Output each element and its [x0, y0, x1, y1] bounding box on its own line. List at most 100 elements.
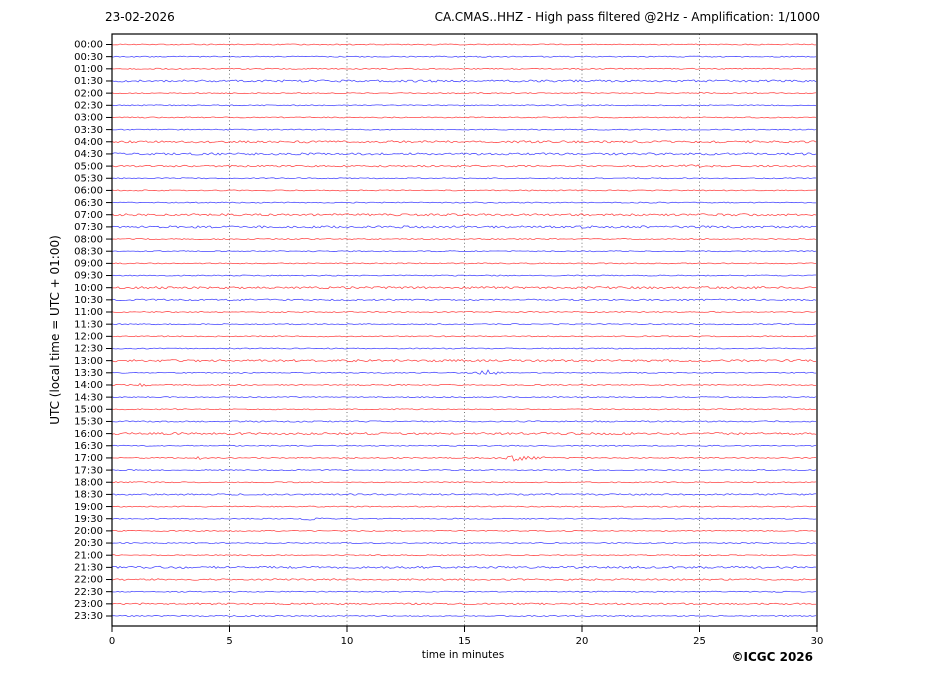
trace-row — [112, 105, 816, 106]
trace-row — [112, 93, 816, 94]
y-tick-label: 20:00 — [74, 526, 103, 537]
helicorder-plot: 00:0000:3001:0001:3002:0002:30 03:0003:30… — [0, 0, 927, 696]
y-tick-label: 15:30 — [74, 417, 103, 428]
y-tick-label: 20:30 — [74, 538, 103, 549]
x-tick-label: 0 — [109, 636, 115, 647]
y-tick-label: 12:00 — [74, 332, 103, 343]
y-tick-label: 18:30 — [74, 490, 103, 501]
y-tick-label: 14:00 — [74, 380, 103, 391]
y-tick-label: 09:00 — [74, 259, 103, 270]
y-tick-label: 05:30 — [74, 173, 103, 184]
x-axis-label: time in minutes — [422, 649, 504, 661]
trace-row — [112, 397, 816, 398]
y-tick-label: 13:00 — [74, 356, 103, 367]
trace-row — [112, 178, 816, 179]
trace-row — [112, 214, 816, 216]
y-tick-label: 17:30 — [74, 465, 103, 476]
trace-row — [112, 409, 816, 410]
x-tick-label: 5 — [226, 636, 232, 647]
y-tick-label: 06:30 — [74, 198, 103, 209]
trace-row — [112, 348, 816, 349]
y-tick-label: 00:00 — [74, 40, 103, 51]
trace-row — [112, 506, 816, 507]
trace-row — [112, 287, 816, 289]
x-tick-label: 30 — [811, 636, 824, 647]
trace-row — [112, 263, 816, 264]
x-tick-label: 10 — [341, 636, 354, 647]
trace-row — [112, 445, 816, 446]
y-tick-label: 22:30 — [74, 587, 103, 598]
trace-row — [112, 68, 816, 69]
y-tick-label: 12:30 — [74, 344, 103, 355]
trace-row — [112, 555, 816, 556]
trace-row — [112, 141, 816, 143]
x-tick-label: 25 — [693, 636, 706, 647]
trace-row — [112, 456, 816, 461]
trace-row — [112, 44, 816, 45]
trace-row — [112, 421, 816, 422]
y-tick-label: 11:00 — [74, 307, 103, 318]
trace-row — [112, 591, 816, 592]
y-tick-label: 19:30 — [74, 514, 103, 525]
y-tick-label: 03:30 — [74, 125, 103, 136]
trace-row — [112, 566, 816, 568]
y-tick-label: 06:00 — [74, 186, 103, 197]
y-tick-label: 10:30 — [74, 295, 103, 306]
y-tick-label: 17:00 — [74, 453, 103, 464]
trace-row — [112, 202, 816, 203]
y-tick-label: 18:00 — [74, 477, 103, 488]
trace-row — [112, 336, 816, 337]
trace-row — [112, 251, 816, 252]
copyright-label: ©ICGC 2026 — [731, 650, 813, 664]
y-tick-label: 03:00 — [74, 113, 103, 124]
y-tick-label: 02:00 — [74, 88, 103, 99]
y-tick-label: 15:00 — [74, 404, 103, 415]
trace-row — [112, 239, 816, 240]
trace-row — [112, 615, 816, 616]
y-tick-label: 08:00 — [74, 234, 103, 245]
y-tick-label: 11:30 — [74, 319, 103, 330]
y-tick-label: 13:30 — [74, 368, 103, 379]
trace-row — [112, 543, 816, 544]
y-tick-label: 05:00 — [74, 161, 103, 172]
y-tick-label: 19:00 — [74, 502, 103, 513]
y-tick-label: 10:00 — [74, 283, 103, 294]
trace-row — [112, 579, 816, 581]
trace-row — [112, 383, 816, 386]
y-tick-label: 07:30 — [74, 222, 103, 233]
y-tick-label: 01:00 — [74, 64, 103, 75]
trace-row — [112, 275, 816, 276]
trace-row — [112, 190, 816, 191]
trace-row — [112, 494, 816, 496]
trace-row — [112, 153, 816, 155]
y-tick-label: 21:00 — [74, 550, 103, 561]
y-tick-label: 08:30 — [74, 246, 103, 257]
y-tick-label: 02:30 — [74, 100, 103, 111]
trace-row — [112, 299, 816, 301]
y-tick-label: 16:30 — [74, 441, 103, 452]
y-tick-label: 07:00 — [74, 210, 103, 221]
trace-row — [112, 324, 816, 325]
y-tick-label: 23:00 — [74, 599, 103, 610]
trace-row — [112, 530, 816, 531]
y-tick-label: 04:00 — [74, 137, 103, 148]
trace-row — [112, 470, 816, 471]
trace-row — [112, 482, 816, 483]
trace-row — [112, 433, 816, 435]
trace-row — [112, 117, 816, 118]
trace-row — [112, 129, 816, 130]
trace-row — [112, 56, 816, 57]
y-tick-label: 00:30 — [74, 52, 103, 63]
y-tick-label: 14:30 — [74, 392, 103, 403]
y-tick-label: 04:30 — [74, 149, 103, 160]
trace-row — [112, 603, 816, 605]
y-tick-label: 22:00 — [74, 575, 103, 586]
y-tick-label: 01:30 — [74, 76, 103, 87]
y-tick-label: 09:30 — [74, 271, 103, 282]
y-tick-label: 16:00 — [74, 429, 103, 440]
trace-row — [112, 311, 816, 312]
trace-row — [112, 80, 816, 82]
trace-row — [112, 518, 816, 520]
trace-row — [112, 226, 816, 228]
x-tick-label: 15 — [458, 636, 471, 647]
